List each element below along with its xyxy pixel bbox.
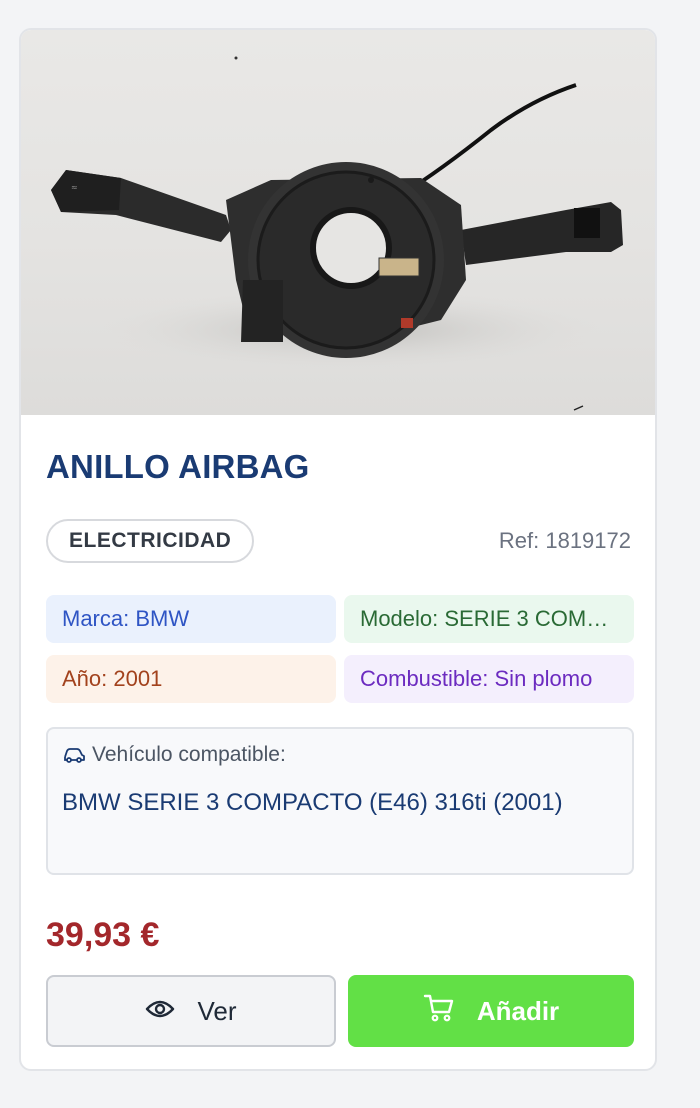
view-button[interactable]: Ver <box>46 975 336 1047</box>
compatible-vehicle-header: Vehículo compatible: <box>62 743 286 767</box>
add-button-label: Añadir <box>476 995 560 1026</box>
attribute-combustible: Combustible: Sin plomo <box>344 655 634 703</box>
attribute-modelo: Modelo: SERIE 3 COMPACTO (E46) <box>344 595 634 643</box>
compatible-vehicle-name: BMW SERIE 3 COMPACTO (E46) 316ti (2001) <box>62 789 563 816</box>
car-icon <box>62 746 86 764</box>
eye-icon <box>145 996 175 1027</box>
product-price: 39,93 € <box>46 916 160 954</box>
product-reference: Ref: 1819172 <box>498 528 631 553</box>
compatible-vehicle-box: Vehículo compatible: BMW SERIE 3 COMPACT… <box>46 727 634 875</box>
attribute-ano: Año: 2001 <box>46 655 336 703</box>
view-button-label: Ver <box>197 995 237 1026</box>
product-title[interactable]: ANILLO AIRBAG <box>46 448 310 486</box>
clock-spring-image: ≈ <box>51 56 623 411</box>
product-image[interactable]: ≈ <box>21 30 655 415</box>
compatible-vehicle-label: Vehículo compatible: <box>92 743 286 766</box>
add-to-cart-button[interactable]: Añadir <box>348 975 634 1047</box>
category-badge: ELECTRICIDAD <box>46 519 255 563</box>
svg-text:≈: ≈ <box>71 183 78 192</box>
product-card: ≈ ANILLO AIRBAG ELECTRICIDAD Ref: 181917… <box>19 28 657 1071</box>
cart-icon <box>423 993 455 1030</box>
attribute-marca: Marca: BMW <box>46 595 336 643</box>
